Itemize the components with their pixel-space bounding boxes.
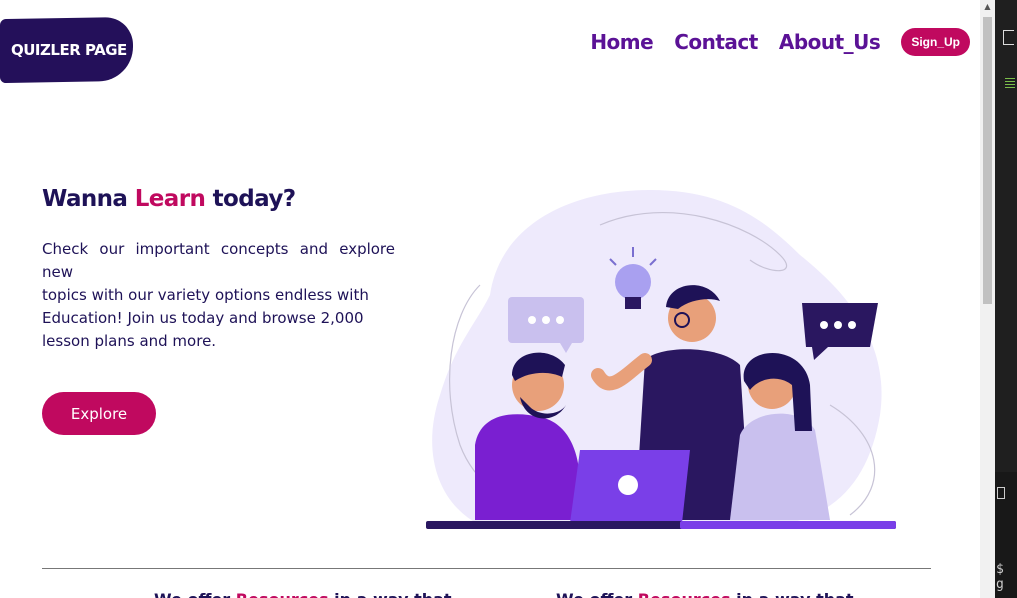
panel-icon	[997, 487, 1005, 499]
laptop-icon	[570, 450, 690, 523]
offer-heading-text: We offer	[556, 590, 638, 598]
offer-heading-text: We offer	[154, 590, 236, 598]
explore-button[interactable]: Explore	[42, 392, 156, 435]
hero-description-line: new	[42, 263, 74, 281]
scroll-up-arrow-icon[interactable]: ▲	[983, 2, 992, 12]
site-logo[interactable]: QUIZLER PAGE	[0, 16, 133, 84]
table-edge	[680, 521, 896, 529]
offer-heading-text: in a way that	[731, 590, 853, 598]
hero-description-line: Education! Join us today and browse 2,00…	[42, 309, 364, 327]
hero-title-start: Wanna	[42, 186, 135, 212]
nav-home-link[interactable]: Home	[590, 30, 653, 54]
hero-description-line: topics with our variety options endless …	[42, 286, 369, 304]
vertical-scrollbar[interactable]: ▲	[980, 0, 995, 598]
signup-button[interactable]: Sign_Up	[901, 28, 970, 56]
bracket-icon	[1003, 30, 1014, 45]
nav-contact-link[interactable]: Contact	[674, 30, 758, 54]
offer-heading-text: in a way that	[329, 590, 451, 598]
hero-description-line: Check our important concepts and explore	[42, 240, 395, 258]
minimap-icon	[1005, 76, 1015, 90]
hero-description: Check our important concepts and explore…	[42, 238, 395, 353]
page: QUIZLER PAGE Home Contact About_Us Sign_…	[0, 0, 980, 598]
section-divider	[42, 568, 931, 569]
terminal-prompt: $ g	[996, 562, 1004, 592]
team-discussion-illustration	[426, 190, 896, 529]
hero-title-end: today?	[205, 186, 296, 212]
hero-title-accent: Learn	[134, 186, 206, 212]
hero-title: Wanna Learn today?	[42, 186, 296, 212]
nav-about-link[interactable]: About_Us	[779, 30, 881, 54]
logo-text: QUIZLER PAGE	[11, 40, 127, 59]
offer-heading-accent: Resources	[638, 590, 731, 598]
hero-description-line: lesson plans and more.	[42, 332, 217, 350]
offer-heading-right: We offer Resources in a way that	[556, 590, 854, 598]
scrollbar-thumb[interactable]	[983, 17, 992, 304]
editor-panel-edge: $ g	[995, 0, 1017, 598]
main-nav: Home Contact About_Us Sign_Up	[569, 28, 970, 56]
offer-heading-left: We offer Resources in a way that	[154, 590, 452, 598]
offer-heading-accent: Resources	[236, 590, 329, 598]
